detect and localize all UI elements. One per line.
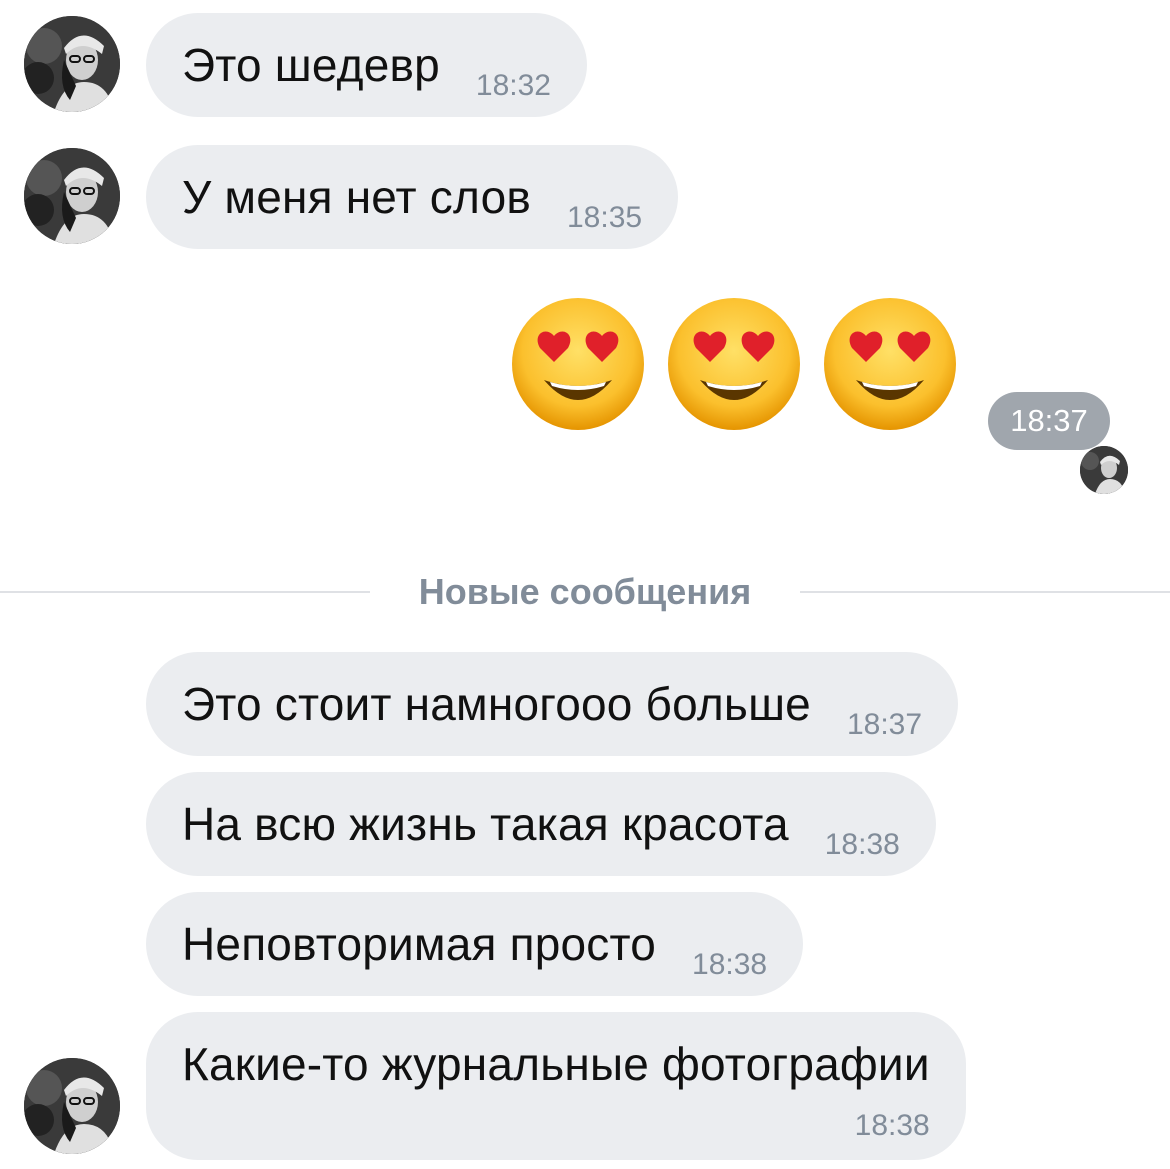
message-bubble[interactable]: Это стоит намногооо больше 18:37 — [146, 652, 959, 756]
message-time: 18:38 — [854, 1109, 930, 1142]
heart-eyes-emoji-icon — [512, 298, 644, 430]
message-text: У меня нет слов — [182, 171, 531, 223]
message-bubble[interactable]: Какие-то журнальные фотографии 18:38 — [146, 1012, 966, 1160]
new-messages-divider: Новые сообщения — [0, 562, 1170, 622]
message-text: Это шедевр — [182, 39, 440, 91]
message-time: 18:37 — [846, 708, 923, 741]
read-receipt-avatar — [1080, 446, 1128, 494]
message-bubble[interactable]: На всю жизнь такая красота 18:38 — [146, 772, 936, 876]
message-bubble[interactable]: Это шедевр 18:32 — [146, 13, 587, 117]
avatar-photo-icon — [24, 148, 120, 244]
message-text: Какие-то журнальные фотографии — [182, 1038, 930, 1090]
outgoing-time-pill: 18:37 — [988, 392, 1110, 450]
message-bubble[interactable]: Неповторимая просто 18:38 — [146, 892, 804, 996]
message-time: 18:38 — [692, 948, 768, 981]
heart-eyes-emoji-icon — [668, 298, 800, 430]
message-time: 18:35 — [567, 201, 643, 234]
heart-eyes-emoji-icon — [824, 298, 956, 430]
message-bubble[interactable]: У меня нет слов 18:35 — [146, 145, 679, 249]
message-time: 18:38 — [824, 828, 900, 861]
divider-line-right — [800, 591, 1170, 593]
message-text: Неповторимая просто — [182, 918, 657, 970]
avatar-photo-icon — [1080, 446, 1128, 494]
message-time: 18:32 — [475, 69, 551, 102]
avatar[interactable] — [24, 1058, 120, 1154]
message-text: На всю жизнь такая красота — [182, 798, 789, 850]
avatar[interactable] — [24, 148, 120, 244]
avatar[interactable] — [24, 16, 120, 112]
avatar-photo-icon — [24, 16, 120, 112]
avatar-photo-icon — [24, 1058, 120, 1154]
message-text: Это стоит намногооо больше — [182, 678, 811, 730]
